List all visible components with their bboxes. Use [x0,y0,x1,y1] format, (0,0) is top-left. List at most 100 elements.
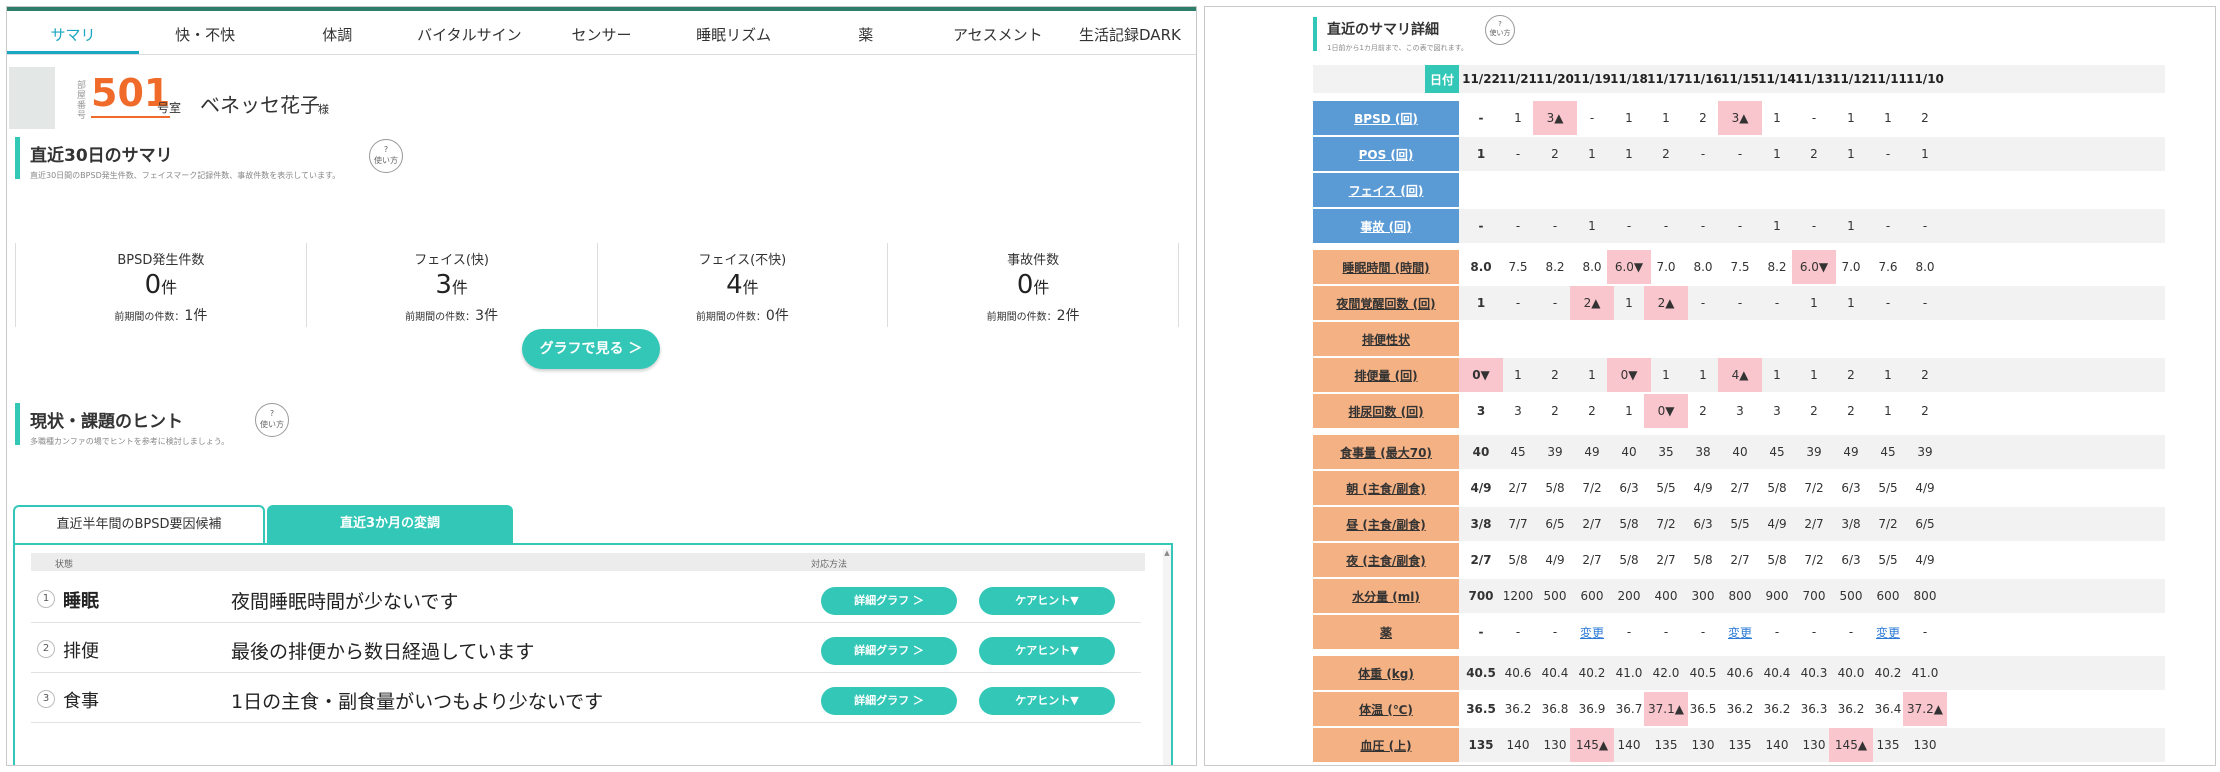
item-number: 3 [37,690,55,708]
subtab-bpsd-factors[interactable]: 直近半年間のBPSD要因候補 [13,505,265,545]
table-row: 排便性状 [1313,322,2165,356]
stat-face-negative: フェイス(不快) 4件 前期間の件数：0件 [596,243,888,327]
table-cell: 37.2▲ [1903,692,1947,726]
stat-accidents: 事故件数 0件 前期間の件数：2件 [887,243,1179,327]
tab-comfort[interactable]: 快・不快 [139,15,271,54]
row-label[interactable]: 夜間覚醒回数 (回) [1313,286,1459,320]
detail-graph-button[interactable]: 詳細グラフ ＞ [821,637,957,665]
row-label[interactable]: 朝 (主食/副食) [1313,471,1459,505]
row-label[interactable]: 排便性状 [1313,322,1459,356]
view-graph-button[interactable]: グラフで見る ＞ [522,329,660,369]
subtab-recent-changes[interactable]: 直近3か月の変調 [267,505,513,543]
row-label[interactable]: 排便量 (回) [1313,358,1459,392]
hints-header: 現状・課題のヒント 多職種カンファの場でヒントを参考に検討しましょう。 [15,403,395,446]
row-label[interactable]: 睡眠時間 (時間) [1313,250,1459,284]
row-label[interactable]: 薬 [1313,615,1459,649]
scroll-up-icon[interactable]: ▲ [1163,549,1171,557]
tab-assessment[interactable]: アセスメント [932,15,1064,54]
tab-medicine[interactable]: 薬 [800,15,932,54]
item-text: 1日の主食・副食量がいつもより少ないです [231,691,604,713]
row-label[interactable]: 夜 (主食/副食) [1313,543,1459,577]
row-label[interactable]: 体重 (kg) [1313,656,1459,690]
table-cell: 41.0 [1911,666,1939,680]
table-cell: 130 [1913,738,1937,752]
table-cell: 4/9 [1915,481,1935,495]
resident-profile: 部屋番号 501 号室 ベネッセ花子 様 [7,67,1196,131]
item-category: 排便 [63,641,99,662]
col-status: 状態 [55,560,74,570]
stat-bpsd: BPSD発生件数 0件 前期間の件数：1件 [15,243,306,327]
summary30-howto-button[interactable]: ? 使い方 [369,139,403,173]
summary30-subtitle: 直近30日間のBPSD発生件数、フェイスマーク記録件数、事故件数を表示しています… [30,171,341,180]
list-item: 1 睡眠 夜間睡眠時間が少ないです 詳細グラフ ＞ ケアヒント▼ [31,575,1141,623]
table-row: BPSD (回) -1 3▲ -1 1 2 3▲ 1-1 1 2 [1313,101,2165,135]
resident-honorific: 様 [318,103,329,116]
item-text: 最後の排便から数日経過しています [231,641,535,663]
table-cell: 1 [1921,147,1929,161]
stat-face-positive: フェイス(快) 3件 前期間の件数：3件 [305,243,597,327]
avatar [9,67,55,129]
table-row: フェイス (回) [1313,173,2165,207]
table-row: 夜 (主食/副食) 2/7 5/8 4/9 2/7 5/8 2/7 5/8 2/7 5/8 7/2 6… [1313,543,2165,577]
main-tab-bar: サマリ 快・不快 体調 バイタルサイン センサー 睡眠リズム 薬 アセスメント … [7,15,1196,55]
table-row: 体重 (kg) 40.5 40.6 40.4 40.2 41.0 42.0 40.5 40.6 4… [1313,656,2165,690]
date-cell: 11/10 [1906,72,1944,86]
hint-list: 状態 対応方法 1 睡眠 夜間睡眠時間が少ないです 詳細グラフ ＞ ケアヒント▼… [13,543,1173,765]
hints-title: 現状・課題のヒント [30,412,183,432]
table-row: 睡眠時間 (時間) 8.0 7.5 8.2 8.0 6.0▼ 7.0 8.0 7.5 8.2 6.0… [1313,250,2165,284]
row-label[interactable]: BPSD (回) [1313,101,1459,135]
table-row: 事故 (回) - - -1- - - -1-1- - [1313,209,2165,243]
table-row: 血圧 (上) 135 140 130 145▲ 140 135 130 135 140 130 145… [1313,728,2165,762]
item-category: 食事 [63,691,99,712]
table-row: 排尿回数 (回) 3 3 2 2 1 0▼ 2 3 3 2 2 1 2 [1313,394,2165,428]
table-cell: 2 [1921,368,1929,382]
table-row: POS (回) 1-2 1 1 2- -1 2 1-1 [1313,137,2165,171]
detail-subtitle: 1日前から1カ月前まで、この表で図れます。 [1327,44,1468,52]
tab-sensor[interactable]: センサー [535,15,667,54]
care-hint-button[interactable]: ケアヒント▼ [979,687,1115,715]
table-row: 昼 (主食/副食) 3/8 7/7 6/5 2/7 5/8 7/2 6/3 5/5 4/9 2/7 3… [1313,507,2165,541]
table-cell [1903,322,1947,356]
item-number: 1 [37,590,55,608]
tab-sleep-rhythm[interactable]: 睡眠リズム [668,15,800,54]
row-label[interactable]: 排尿回数 (回) [1313,394,1459,428]
row-label[interactable]: 水分量 (ml) [1313,579,1459,613]
table-row: 食事量 (最大70) 40 45 39 49 40 35 38 40 45 39 49 45 39 [1313,435,2165,469]
tab-condition[interactable]: 体調 [271,15,403,54]
summary30-stats: BPSD発生件数 0件 前期間の件数：1件 フェイス(快) 3件 前期間の件数：… [15,243,1179,327]
care-hint-button[interactable]: ケアヒント▼ [979,637,1115,665]
table-cell: 39 [1917,445,1933,459]
detail-graph-button[interactable]: 詳細グラフ ＞ [821,687,957,715]
detail-panel: 直近のサマリ詳細 1日前から1カ月前まで、この表で図れます。 ? 使い方 日付 11… [1204,6,2216,766]
hints-howto-button[interactable]: ? 使い方 [255,403,289,437]
row-label[interactable]: 体温 (℃) [1313,692,1459,726]
row-label[interactable]: POS (回) [1313,137,1459,171]
summary30-title: 直近30日のサマリ [30,146,173,166]
table-row: 排便量 (回) 0▼ 1 2 1 0▼ 1 1 4▲ 1 1 2 1 2 [1313,358,2165,392]
tab-life-record-dark[interactable]: 生活記録DARK [1064,15,1196,54]
top-accent-bar [7,7,1196,11]
tab-vital-signs[interactable]: バイタルサイン [403,15,535,54]
hint-list-header: 状態 対応方法 [31,553,1145,571]
summary30-header: 直近30日のサマリ 直近30日間のBPSD発生件数、フェイスマーク記録件数、事故… [15,137,395,180]
table-cell: 4/9 [1915,553,1935,567]
row-label[interactable]: 事故 (回) [1313,209,1459,243]
date-header-row: 日付 11/22 11/21 11/20 11/19 11/18 11/17 11/16 11/… [1313,65,2165,93]
table-cell [1903,173,1947,207]
item-text: 夜間睡眠時間が少ないです [231,591,459,613]
table-cell: 2 [1921,404,1929,418]
row-label[interactable]: 血圧 (上) [1313,728,1459,762]
row-label[interactable]: 食事量 (最大70) [1313,435,1459,469]
tab-summary[interactable]: サマリ [7,15,140,54]
table-cell: - [1922,296,1928,310]
table-cell: 2 [1921,111,1929,125]
care-hint-button[interactable]: ケアヒント▼ [979,587,1115,615]
table-row: 朝 (主食/副食) 4/9 2/7 5/8 7/2 6/3 5/5 4/9 2/7 5/8 7/2 6… [1313,471,2165,505]
item-number: 2 [37,640,55,658]
list-scrollbar[interactable]: ▲ [1163,549,1171,765]
detail-howto-button[interactable]: ? 使い方 [1485,15,1515,45]
room-number-label: 部屋番号 [77,81,87,121]
row-label[interactable]: 昼 (主食/副食) [1313,507,1459,541]
row-label[interactable]: フェイス (回) [1313,173,1459,207]
detail-graph-button[interactable]: 詳細グラフ ＞ [821,587,957,615]
